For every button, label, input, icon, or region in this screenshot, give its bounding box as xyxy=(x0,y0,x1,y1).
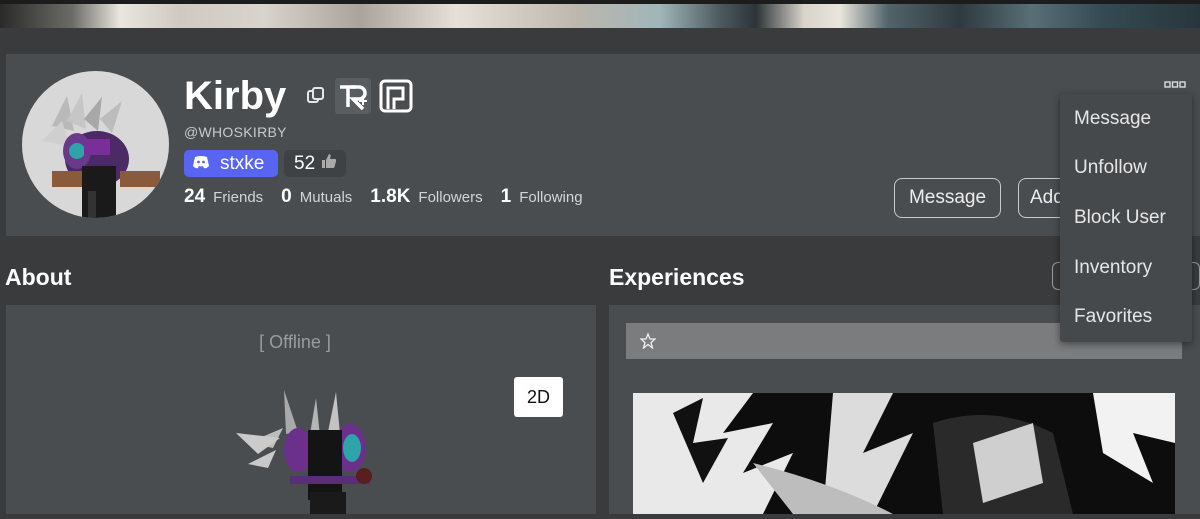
stat-label: Following xyxy=(519,189,583,206)
profile-options-menu: Message Unfollow Block User Inventory Fa… xyxy=(1060,94,1192,342)
stat-label: Followers xyxy=(418,189,483,206)
message-button[interactable]: Message xyxy=(894,178,1001,218)
stat-label: Friends xyxy=(213,189,264,206)
copy-icon[interactable] xyxy=(306,86,326,106)
banner-top-edge xyxy=(0,0,1200,4)
stat-mutuals[interactable]: 0 Mutuals xyxy=(281,186,352,208)
likes-badge[interactable]: 52 xyxy=(284,150,346,177)
user-handle: @WHOSKIRBY xyxy=(184,124,287,140)
stat-value: 1.8K xyxy=(370,186,411,207)
avatar[interactable] xyxy=(22,71,169,218)
stat-followers[interactable]: 1.8K Followers xyxy=(370,186,482,208)
view-2d-toggle[interactable]: 2D xyxy=(514,377,563,417)
stat-label: Mutuals xyxy=(299,189,353,206)
likes-count: 52 xyxy=(294,152,316,174)
discord-badge[interactable]: stxke xyxy=(184,150,278,177)
avatar-preview xyxy=(228,388,388,514)
stat-value: 1 xyxy=(500,186,512,207)
thumbs-up-icon xyxy=(321,153,337,175)
badge-r-icon[interactable] xyxy=(335,78,371,114)
menu-item-favorites[interactable]: Favorites xyxy=(1074,306,1152,328)
about-heading: About xyxy=(5,264,72,290)
menu-item-inventory[interactable]: Inventory xyxy=(1074,257,1152,279)
experiences-heading: Experiences xyxy=(609,264,745,290)
more-icon[interactable] xyxy=(1164,76,1186,88)
profile-stats: 24 Friends 0 Mutuals 1.8K Followers 1 Fo… xyxy=(184,186,601,208)
presence-status: [ Offline ] xyxy=(259,332,331,352)
profile-banner xyxy=(0,0,1200,28)
stat-friends[interactable]: 24 Friends xyxy=(184,186,263,208)
experience-thumbnail[interactable] xyxy=(633,393,1175,514)
menu-item-unfollow[interactable]: Unfollow xyxy=(1074,157,1147,179)
stat-value: 0 xyxy=(281,186,292,207)
display-name: Kirby xyxy=(184,74,287,118)
menu-item-message[interactable]: Message xyxy=(1074,108,1151,130)
discord-tag: stxke xyxy=(220,152,265,174)
stat-value: 24 xyxy=(184,186,206,207)
stat-following[interactable]: 1 Following xyxy=(501,186,583,208)
discord-icon xyxy=(192,153,210,175)
star-icon xyxy=(639,332,657,350)
menu-item-block-user[interactable]: Block User xyxy=(1074,207,1166,229)
badge-p-icon[interactable] xyxy=(378,78,414,114)
